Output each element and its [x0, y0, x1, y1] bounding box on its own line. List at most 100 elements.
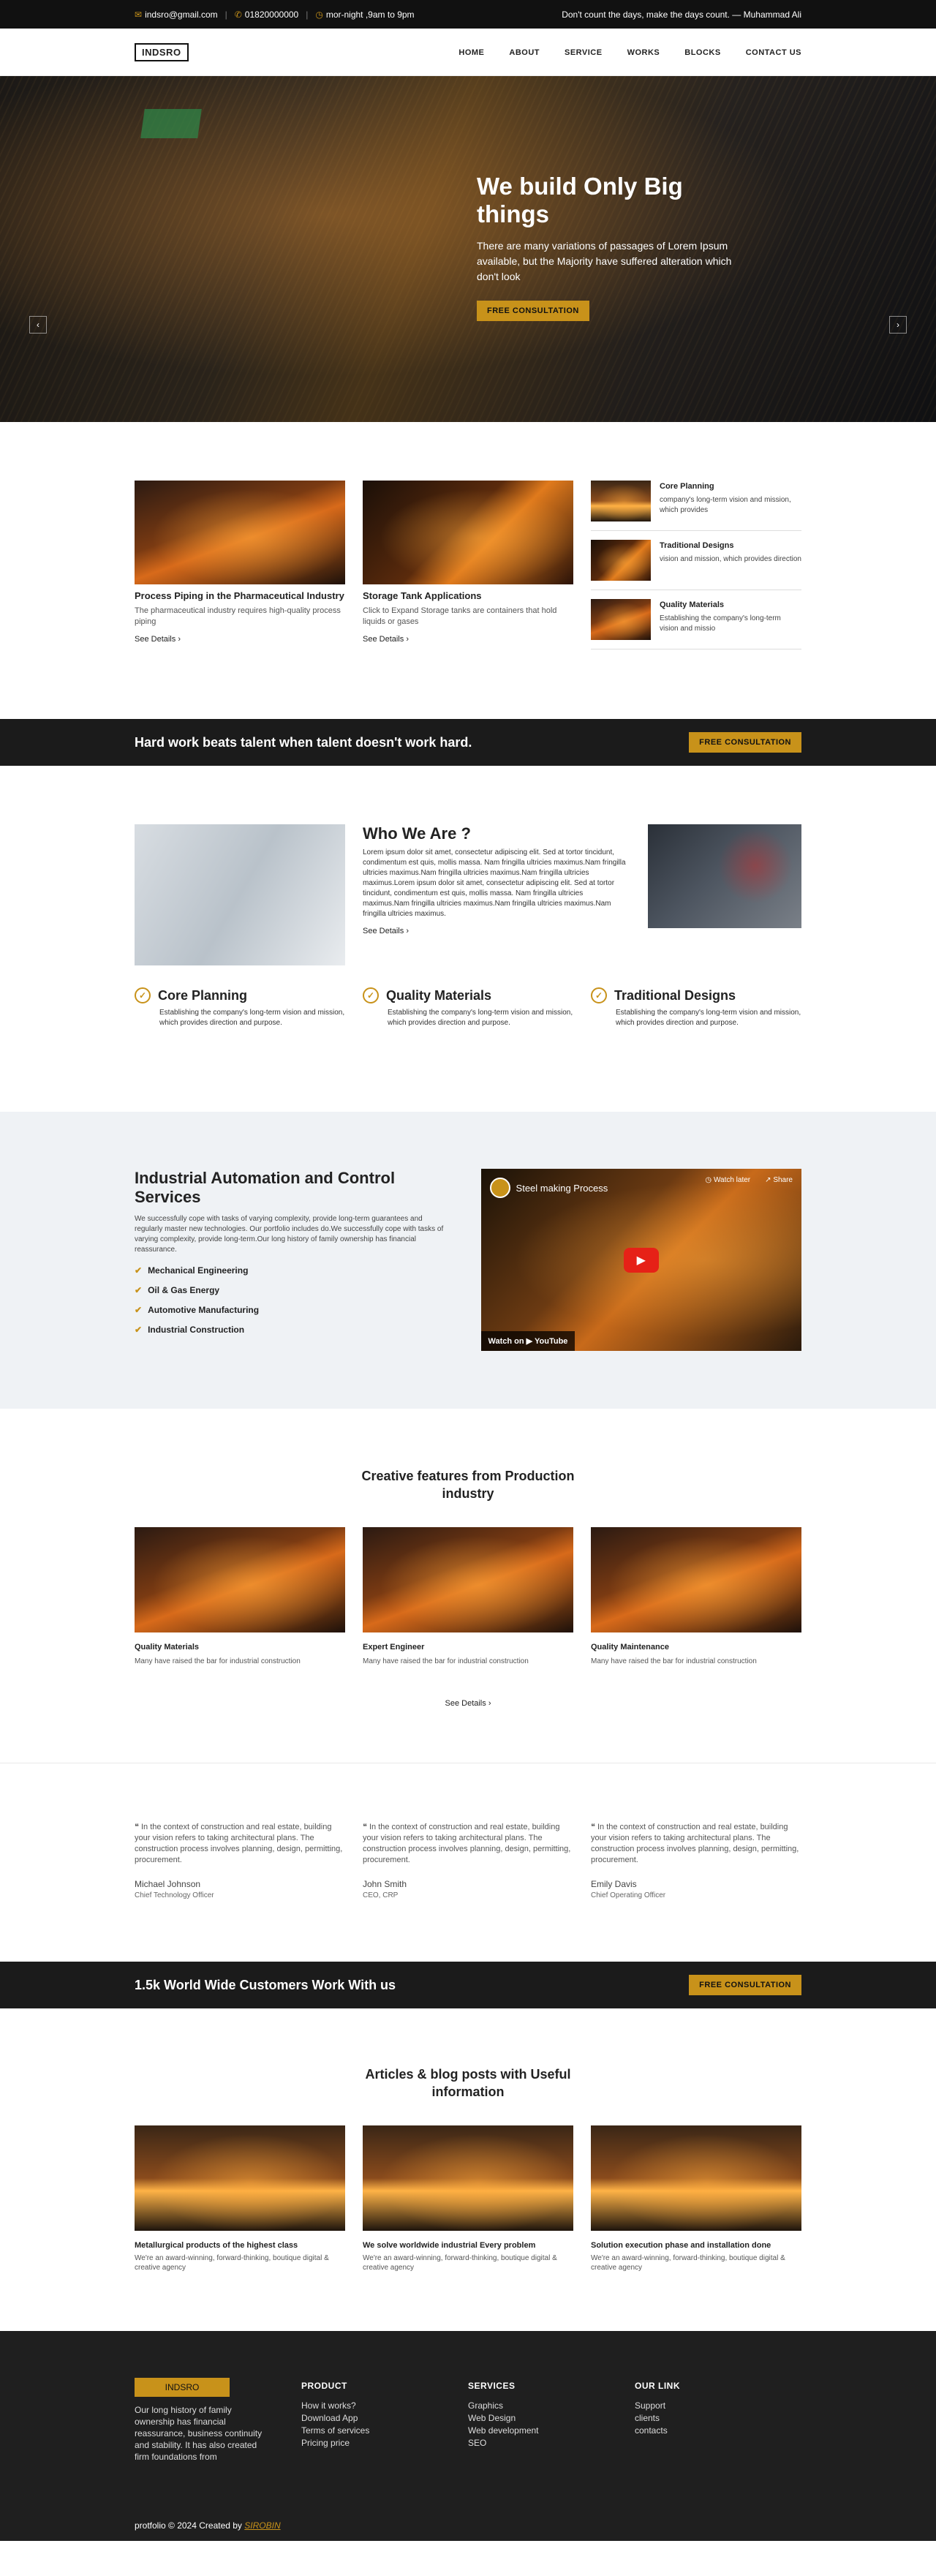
- who-title: Who We Are ?: [363, 824, 471, 843]
- testimonial-quote: In the context of construction and real …: [135, 1823, 343, 1864]
- footer-desc: Our long history of family ownership has…: [135, 2405, 263, 2462]
- side-title: Quality Materials: [660, 600, 725, 609]
- share-icon: ↗: [765, 1176, 774, 1184]
- desk-image: [648, 824, 801, 928]
- feature-text: Establishing the company's long-term vis…: [159, 1009, 345, 1027]
- feature-card-text: Many have raised the bar for industrial …: [135, 1657, 301, 1665]
- cta-banner: Hard work beats talent when talent doesn…: [0, 719, 936, 766]
- blog-image: [591, 2125, 801, 2231]
- service-image: [363, 481, 573, 584]
- phone-link[interactable]: ✆ 01820000000: [235, 10, 298, 20]
- see-details-link[interactable]: See Details ›: [363, 635, 409, 644]
- banner-consultation-button[interactable]: FREE CONSULTATION: [689, 1975, 801, 1995]
- nav-contact[interactable]: CONTACT US: [746, 48, 801, 57]
- email-link[interactable]: ✉ indsro@gmail.com: [135, 10, 218, 20]
- quote-icon: ❝: [591, 1823, 597, 1831]
- footer-link[interactable]: Graphics: [468, 2400, 635, 2412]
- play-icon[interactable]: ▶: [623, 1247, 659, 1273]
- footer-link[interactable]: Web development: [468, 2425, 635, 2437]
- nav-about[interactable]: ABOUT: [509, 48, 540, 57]
- banner-consultation-button[interactable]: FREE CONSULTATION: [689, 732, 801, 753]
- footer-link[interactable]: Download App: [301, 2412, 468, 2425]
- feature-image: [363, 1527, 573, 1632]
- footer-link[interactable]: clients: [635, 2412, 801, 2425]
- video-actions: ◷ Watch later ↗ Share: [705, 1176, 793, 1184]
- hours: ◷ mor-night ,9am to 9pm: [315, 10, 414, 20]
- banner-text: 1.5k World Wide Customers Work With us: [135, 1977, 396, 1992]
- footer-heading: SERVICES: [468, 2381, 516, 2391]
- footer-link[interactable]: SEO: [468, 2437, 635, 2449]
- clock-icon: ◷: [315, 9, 323, 20]
- testimonial-name: John Smith: [363, 1879, 407, 1889]
- video-player[interactable]: Steel making Process ◷ Watch later ↗ Sha…: [480, 1169, 801, 1351]
- footer-link[interactable]: Support: [635, 2400, 801, 2412]
- footer-link[interactable]: Pricing price: [301, 2437, 468, 2449]
- main-nav: INDSRO HOME ABOUT SERVICE WORKS BLOCKS C…: [0, 29, 936, 76]
- footer-link[interactable]: Terms of services: [301, 2425, 468, 2437]
- blog-card-text: We're an award-winning, forward-thinking…: [363, 2254, 557, 2272]
- testimonial-role: Chief Operating Officer: [591, 1891, 666, 1899]
- nav-menu: HOME ABOUT SERVICE WORKS BLOCKS CONTACT …: [458, 48, 801, 57]
- quote-icon: ❝: [363, 1823, 369, 1831]
- prev-arrow-icon[interactable]: ‹: [29, 316, 47, 334]
- check-icon: ✔: [135, 1305, 143, 1315]
- see-details-link[interactable]: See Details ›: [135, 635, 181, 644]
- blog-card[interactable]: Solution execution phase and installatio…: [591, 2125, 801, 2272]
- list-item: ✔ Oil & Gas Energy: [135, 1285, 220, 1295]
- industrial-section: Industrial Automation and Control Servic…: [0, 1112, 936, 1409]
- hero-consultation-button[interactable]: FREE CONSULTATION: [477, 301, 589, 321]
- office-image: [135, 824, 345, 965]
- phone-icon: ✆: [234, 9, 242, 20]
- check-icon: ✔: [135, 1265, 143, 1276]
- side-item[interactable]: Traditional Designs vision and mission, w…: [591, 540, 801, 590]
- blog-card-text: We're an award-winning, forward-thinking…: [591, 2254, 785, 2272]
- side-image: [591, 599, 651, 640]
- divider: |: [306, 9, 309, 20]
- service-text: Click to Expand Storage tanks are contai…: [363, 606, 557, 626]
- banner-text: Hard work beats talent when talent doesn…: [135, 734, 472, 750]
- side-image: [591, 481, 651, 521]
- list-item: ✔ Automotive Manufacturing: [135, 1305, 260, 1315]
- feature-card-title: Quality Materials: [135, 1643, 200, 1652]
- footer-link[interactable]: How it works?: [301, 2400, 468, 2412]
- watch-on-youtube-button[interactable]: Watch on ▶ YouTube: [480, 1331, 575, 1351]
- chevron-right-icon: ›: [488, 1699, 491, 1708]
- blog-card-title: Solution execution phase and installatio…: [591, 2241, 771, 2250]
- list-item: ✔ Mechanical Engineering: [135, 1265, 249, 1276]
- phone-text: 01820000000: [244, 9, 299, 20]
- footer-link[interactable]: contacts: [635, 2425, 801, 2437]
- blog-card-title: Metallurgical products of the highest cl…: [135, 2241, 298, 2250]
- footer-logo[interactable]: INDSRO: [135, 2378, 230, 2397]
- share-button[interactable]: ↗ Share: [765, 1176, 793, 1184]
- see-details-link[interactable]: See Details ›: [445, 1699, 491, 1708]
- check-circle-icon: ✓: [135, 987, 151, 1003]
- blog-card[interactable]: We solve worldwide industrial Every prob…: [363, 2125, 573, 2272]
- video-title: Steel making Process: [489, 1178, 608, 1198]
- check-icon: ✔: [135, 1285, 143, 1295]
- author-link[interactable]: SIROBIN: [244, 2520, 280, 2531]
- nav-blocks[interactable]: BLOCKS: [684, 48, 720, 57]
- side-item[interactable]: Quality Materials Establishing the compan…: [591, 599, 801, 649]
- nav-service[interactable]: SERVICE: [565, 48, 603, 57]
- nav-works[interactable]: WORKS: [627, 48, 660, 57]
- check-circle-icon: ✓: [591, 987, 607, 1003]
- testimonials-section: ❝ In the context of construction and rea…: [0, 1763, 936, 1899]
- watch-later-button[interactable]: ◷ Watch later: [705, 1176, 750, 1184]
- blog-card[interactable]: Metallurgical products of the highest cl…: [135, 2125, 345, 2272]
- nav-home[interactable]: HOME: [458, 48, 484, 57]
- feature-title: Quality Materials: [386, 987, 492, 1003]
- footer-link[interactable]: Web Design: [468, 2412, 635, 2425]
- see-details-link[interactable]: See Details ›: [363, 927, 409, 935]
- feature-image: [135, 1527, 345, 1632]
- service-image: [135, 481, 345, 584]
- site-logo[interactable]: INDSRO: [135, 43, 189, 61]
- industrial-title: Industrial Automation and Control Servic…: [135, 1169, 396, 1206]
- footer-heading: PRODUCT: [301, 2381, 347, 2391]
- side-item[interactable]: Core Planning company's long-term vision …: [591, 481, 801, 531]
- testimonial-quote: In the context of construction and real …: [363, 1823, 571, 1864]
- services-section: Process Piping in the Pharmaceutical Ind…: [0, 422, 936, 658]
- testimonial-role: Chief Technology Officer: [135, 1891, 214, 1899]
- feature-card-text: Many have raised the bar for industrial …: [591, 1657, 757, 1665]
- channel-logo-icon: [489, 1178, 510, 1198]
- next-arrow-icon[interactable]: ›: [889, 316, 907, 334]
